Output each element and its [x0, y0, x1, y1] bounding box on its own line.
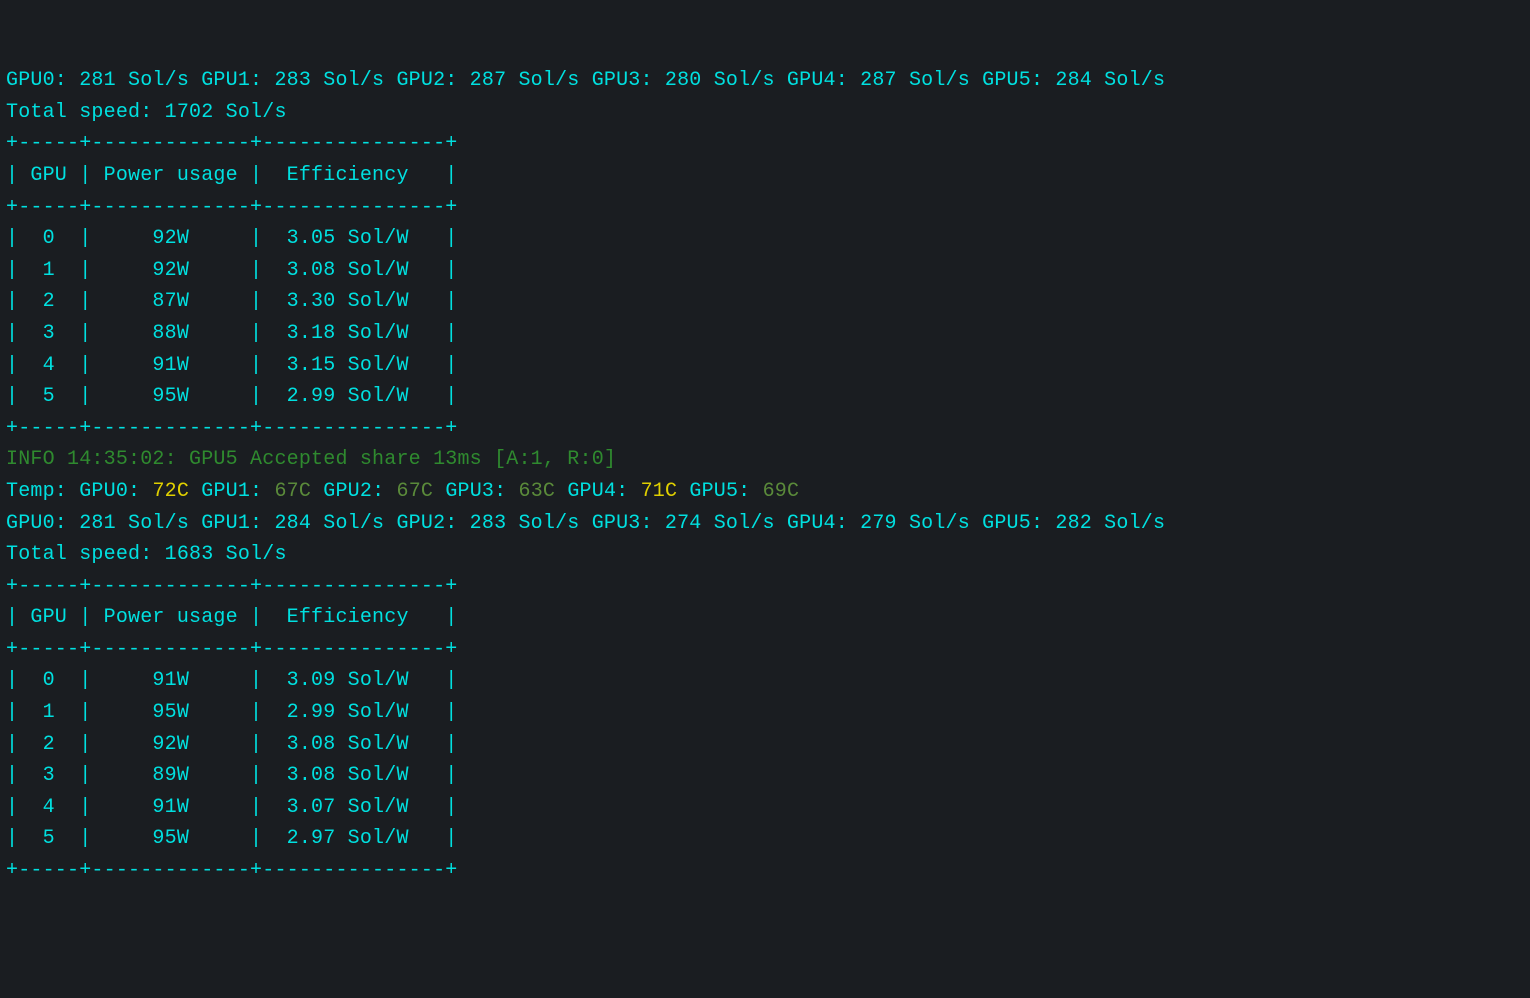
table-border: +-----+-------------+---------------+: [6, 859, 457, 882]
table-border: +-----+-------------+---------------+: [6, 132, 457, 155]
table-border: +-----+-------------+---------------+: [6, 638, 457, 661]
table-border: +-----+-------------+---------------+: [6, 417, 457, 440]
total-speed-1: Total speed: 1702 Sol/s: [6, 101, 287, 124]
temp-gpu-val: 67C: [397, 480, 434, 503]
table-row: | 5 | 95W | 2.97 Sol/W |: [6, 827, 457, 850]
info-line: INFO 14:35:02: GPU5 Accepted share 13ms …: [6, 448, 616, 471]
temp-gpu-name: GPU4:: [567, 480, 640, 503]
temp-line: Temp: GPU0: 72C GPU1: 67C GPU2: 67C GPU3…: [6, 480, 799, 503]
table-row: | 0 | 92W | 3.05 Sol/W |: [6, 227, 457, 250]
temp-gpu-val: 69C: [763, 480, 800, 503]
table-row: | 3 | 89W | 3.08 Sol/W |: [6, 764, 457, 787]
temp-gpu-val: 63C: [519, 480, 556, 503]
table-header: | GPU | Power usage | Efficiency |: [6, 606, 457, 629]
table-row: | 4 | 91W | 3.15 Sol/W |: [6, 354, 457, 377]
table-border: +-----+-------------+---------------+: [6, 196, 457, 219]
table-row: | 1 | 95W | 2.99 Sol/W |: [6, 701, 457, 724]
table-row: | 2 | 92W | 3.08 Sol/W |: [6, 733, 457, 756]
table-row: | 1 | 92W | 3.08 Sol/W |: [6, 259, 457, 282]
gpu-speed-line-1: GPU0: 281 Sol/s GPU1: 283 Sol/s GPU2: 28…: [6, 69, 1165, 92]
temp-gpu-name: GPU2:: [323, 480, 396, 503]
table-row: | 0 | 91W | 3.09 Sol/W |: [6, 669, 457, 692]
temp-gpu-name: GPU3:: [445, 480, 518, 503]
info-prefix: INFO 14:35:02:: [6, 448, 189, 471]
info-msg: GPU5 Accepted share 13ms [A:1, R:0]: [189, 448, 616, 471]
table-header: | GPU | Power usage | Efficiency |: [6, 164, 457, 187]
temp-gpu-name: GPU1:: [201, 480, 274, 503]
temp-gpu-val: 72C: [152, 480, 189, 503]
total-speed-2: Total speed: 1683 Sol/s: [6, 543, 287, 566]
table-row: | 5 | 95W | 2.99 Sol/W |: [6, 385, 457, 408]
table-border: +-----+-------------+---------------+: [6, 575, 457, 598]
temp-gpu-name: GPU5:: [689, 480, 762, 503]
temp-gpu-name: GPU0:: [79, 480, 152, 503]
temp-gpu-val: 71C: [641, 480, 678, 503]
temp-gpu-val: 67C: [274, 480, 311, 503]
table-row: | 3 | 88W | 3.18 Sol/W |: [6, 322, 457, 345]
terminal-output: { "block1": { "speedline": "GPU0: 281 So…: [0, 0, 1530, 952]
gpu-speed-line-2: GPU0: 281 Sol/s GPU1: 284 Sol/s GPU2: 28…: [6, 512, 1165, 535]
table-row: | 2 | 87W | 3.30 Sol/W |: [6, 290, 457, 313]
table-row: | 4 | 91W | 3.07 Sol/W |: [6, 796, 457, 819]
temp-label: Temp:: [6, 480, 79, 503]
